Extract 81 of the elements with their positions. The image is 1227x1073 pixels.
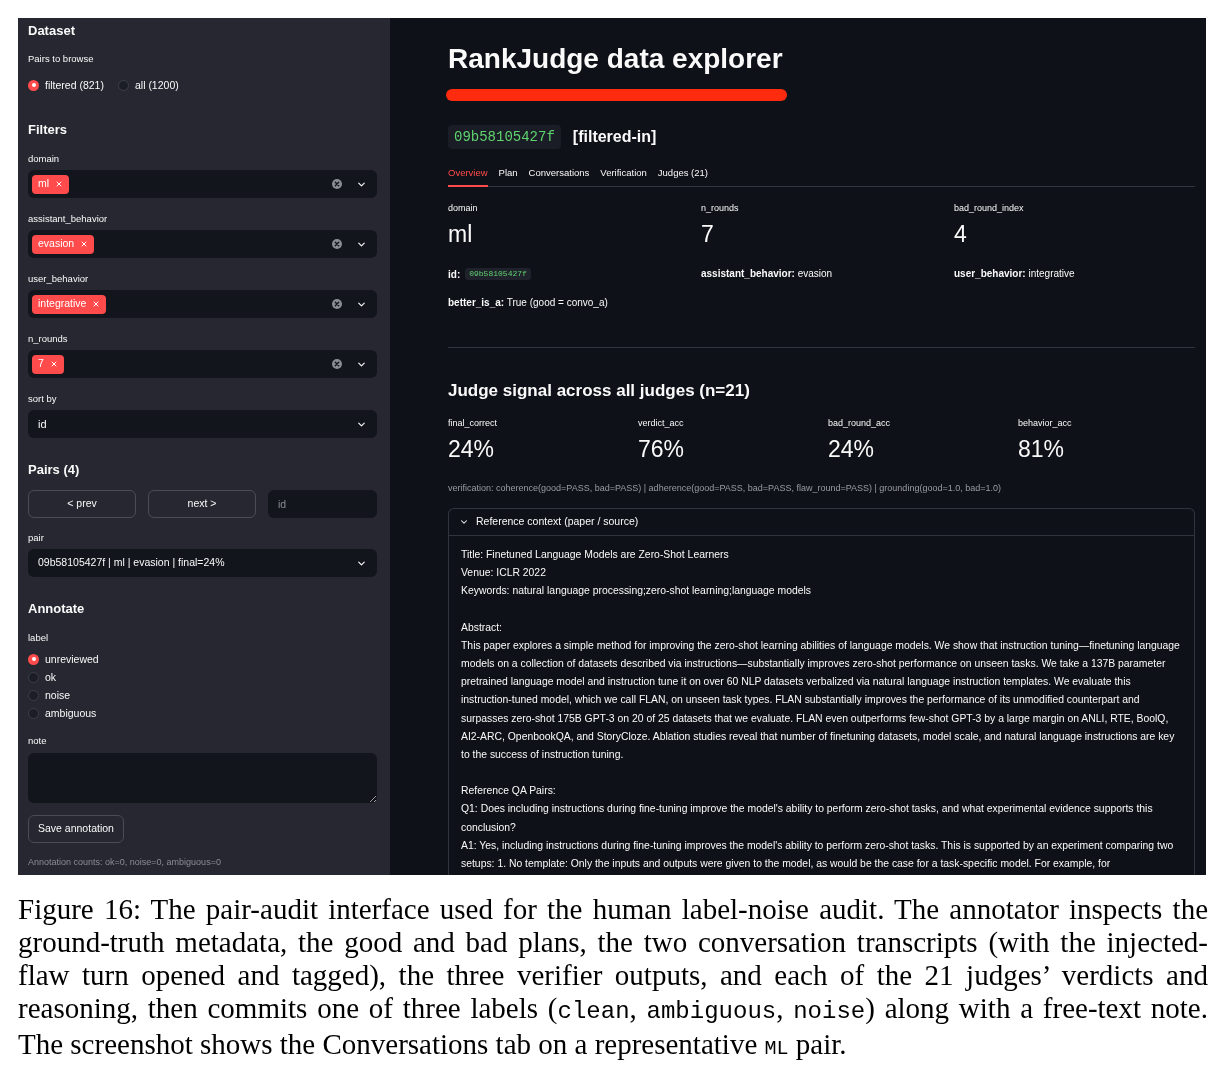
radio-button[interactable] bbox=[28, 689, 39, 701]
reference-text: Abstract: bbox=[461, 620, 503, 635]
field-label: assistant_behavior bbox=[28, 212, 109, 226]
option-label[interactable]: ok bbox=[45, 670, 57, 684]
figure-caption: Figure 16: The pair-audit interface used for the human label-noise audit. The annotator inspects the ground-truth metadata, the good and bad plans, the two conversation transcripts (with the injected-flaw turn opened and tagged), the three verifier outputs, and each of the 21 judges’ verdicts and reasoning, then commits one of three labels (clean, ambiguous, noise) along with a free-text note. The screenshot shows the Conversations tab on a representative ML pair. bbox=[18, 893, 1208, 1062]
select-field[interactable]: 09b58105427f | ml | evasion | final=24% bbox=[28, 549, 377, 577]
radio-button[interactable] bbox=[28, 653, 39, 665]
reference-text: This paper explores a simple method for improving the zero-shot learning abilities of language models. We show that instruction tuning—finetuning language models on a collection of datasets described via instructions—substantially improves zero-shot performance on unseen tasks. We take a 137B parameter pretrained language model and instruction tune it on over 60 NLP datasets verbalized via natural language instruction templates. We evaluate this instruction-tuned model, which we call FLAN, on unseen task types. FLAN substantially improves the performance of its unmodified counterpart and surpasses zero-shot 175B GPT-3 on 20 of 25 datasets that we evaluate. FLAN even outperforms few-shot GPT-3 by a large margin on ANLI, RTE, BoolQ, AI2-ARC, OpenbookQA, and StoryCloze. Ablation studies reveal that number of finetuning datasets, model scale, and natural language instructions are key to the success of instruction tuning. bbox=[461, 638, 1181, 763]
field-label: Pairs to browse bbox=[28, 52, 95, 66]
clear-icon[interactable] bbox=[332, 179, 342, 189]
verification-summary: verification: coherence(good=PASS, bad=PASS) | adherence(good=PASS, bad=PASS, flaw_round=PASS) | grounding(good=1.0, bad=1.0) bbox=[448, 482, 1001, 494]
field-label: id: bbox=[448, 267, 461, 282]
metric-label: domain bbox=[448, 202, 478, 214]
metric-label: behavior_acc bbox=[1018, 417, 1072, 429]
pair-status: [filtered-in] bbox=[572, 127, 657, 147]
metric-value: ml bbox=[448, 221, 473, 247]
tab[interactable]: Conversations bbox=[528, 163, 590, 187]
reference-text: Reference QA Pairs: bbox=[461, 784, 557, 799]
remove-icon[interactable] bbox=[49, 360, 58, 368]
prev-button[interactable]: < prev bbox=[28, 490, 136, 518]
option-label[interactable]: all (1200) bbox=[134, 78, 179, 92]
field-label: n_rounds bbox=[28, 332, 69, 346]
clear-icon[interactable] bbox=[332, 239, 342, 249]
metric-value: 7 bbox=[701, 221, 714, 247]
field-label: domain bbox=[28, 152, 61, 166]
chevron-down-icon[interactable] bbox=[459, 517, 469, 527]
code-chip: 09b58105427f bbox=[465, 268, 531, 280]
radio-button[interactable] bbox=[28, 671, 39, 683]
remove-icon[interactable] bbox=[92, 300, 101, 308]
reference-text: A1: Yes, including instructions during fine-tuning improves the model's ability to perform zero-shot tasks. This is supported by an experiment comparing two setups: 1. No template: Only the inputs and outputs were given to the model, as would be the case for a task-specific model. For example, for bbox=[461, 838, 1175, 872]
save-annotation-button[interactable]: Save annotation bbox=[28, 815, 124, 843]
pair-id-chip: 09b58105427f bbox=[448, 125, 561, 149]
tab[interactable]: Overview bbox=[448, 163, 488, 187]
metric-label: verdict_acc bbox=[638, 417, 684, 429]
expander-header[interactable]: Reference context (paper / source) bbox=[449, 509, 1194, 536]
metric-label: bad_round_index bbox=[954, 202, 1024, 214]
option-label[interactable]: ambiguous bbox=[45, 706, 97, 720]
metric-label: bad_round_acc bbox=[828, 417, 891, 429]
metric-value: 4 bbox=[954, 221, 967, 247]
reference-text: Keywords: natural language processing;zero-shot learning;language models bbox=[461, 584, 813, 599]
radio-button[interactable] bbox=[28, 79, 39, 91]
field-text: user_behavior: integrative bbox=[954, 267, 1076, 281]
section-heading: Dataset bbox=[28, 23, 76, 39]
section-heading: Pairs (4) bbox=[28, 462, 81, 478]
next-button[interactable]: next > bbox=[148, 490, 256, 518]
section-heading: Judge signal across all judges (n=21) bbox=[448, 380, 750, 402]
id-field[interactable]: id bbox=[268, 490, 377, 518]
radio-button[interactable] bbox=[28, 707, 39, 719]
note-field[interactable] bbox=[28, 753, 377, 803]
field-label: user_behavior bbox=[28, 272, 90, 286]
field-label: sort by bbox=[28, 392, 58, 406]
field-label: note bbox=[28, 734, 48, 748]
option-label[interactable]: noise bbox=[45, 688, 71, 702]
field-text: assistant_behavior: evasion bbox=[701, 267, 834, 281]
option-label[interactable]: filtered (821) bbox=[45, 78, 104, 92]
metric-value: 24% bbox=[448, 436, 495, 462]
field-text: better_is_a: True (good = convo_a) bbox=[448, 296, 609, 310]
remove-icon[interactable] bbox=[55, 180, 64, 188]
clear-icon[interactable] bbox=[332, 359, 342, 369]
section-heading: Filters bbox=[28, 122, 68, 138]
annotation-counts: Annotation counts: ok=0, noise=0, ambiguous=0 bbox=[28, 856, 222, 868]
tab[interactable]: Plan bbox=[498, 163, 518, 187]
option-label[interactable]: unreviewed bbox=[45, 652, 99, 666]
clear-icon[interactable] bbox=[332, 299, 342, 309]
metric-label: final_correct bbox=[448, 417, 498, 429]
section-heading: Annotate bbox=[28, 601, 86, 617]
metric-value: 81% bbox=[1018, 436, 1065, 462]
metric-label: n_rounds bbox=[701, 202, 739, 214]
tab[interactable]: Verification bbox=[600, 163, 647, 187]
select-field[interactable]: id bbox=[28, 410, 377, 438]
remove-icon[interactable] bbox=[80, 240, 89, 248]
radio-button[interactable] bbox=[117, 79, 129, 91]
field-label: pair bbox=[28, 531, 45, 545]
tab[interactable]: Judges (21) bbox=[657, 163, 708, 187]
field-label: label bbox=[28, 631, 50, 645]
page-title: RankJudge data explorer bbox=[448, 42, 783, 76]
reference-text: Venue: ICLR 2022 bbox=[461, 566, 547, 581]
metric-value: 76% bbox=[638, 436, 685, 462]
reference-text: Title: Finetuned Language Models are Zero-Shot Learners bbox=[461, 548, 730, 562]
metric-value: 24% bbox=[828, 436, 875, 462]
reference-text: Q1: Does including instructions during fine-tuning improve the model's ability to perform zero-shot tasks, and what experimental evidence supports this conclusion? bbox=[461, 802, 1154, 835]
